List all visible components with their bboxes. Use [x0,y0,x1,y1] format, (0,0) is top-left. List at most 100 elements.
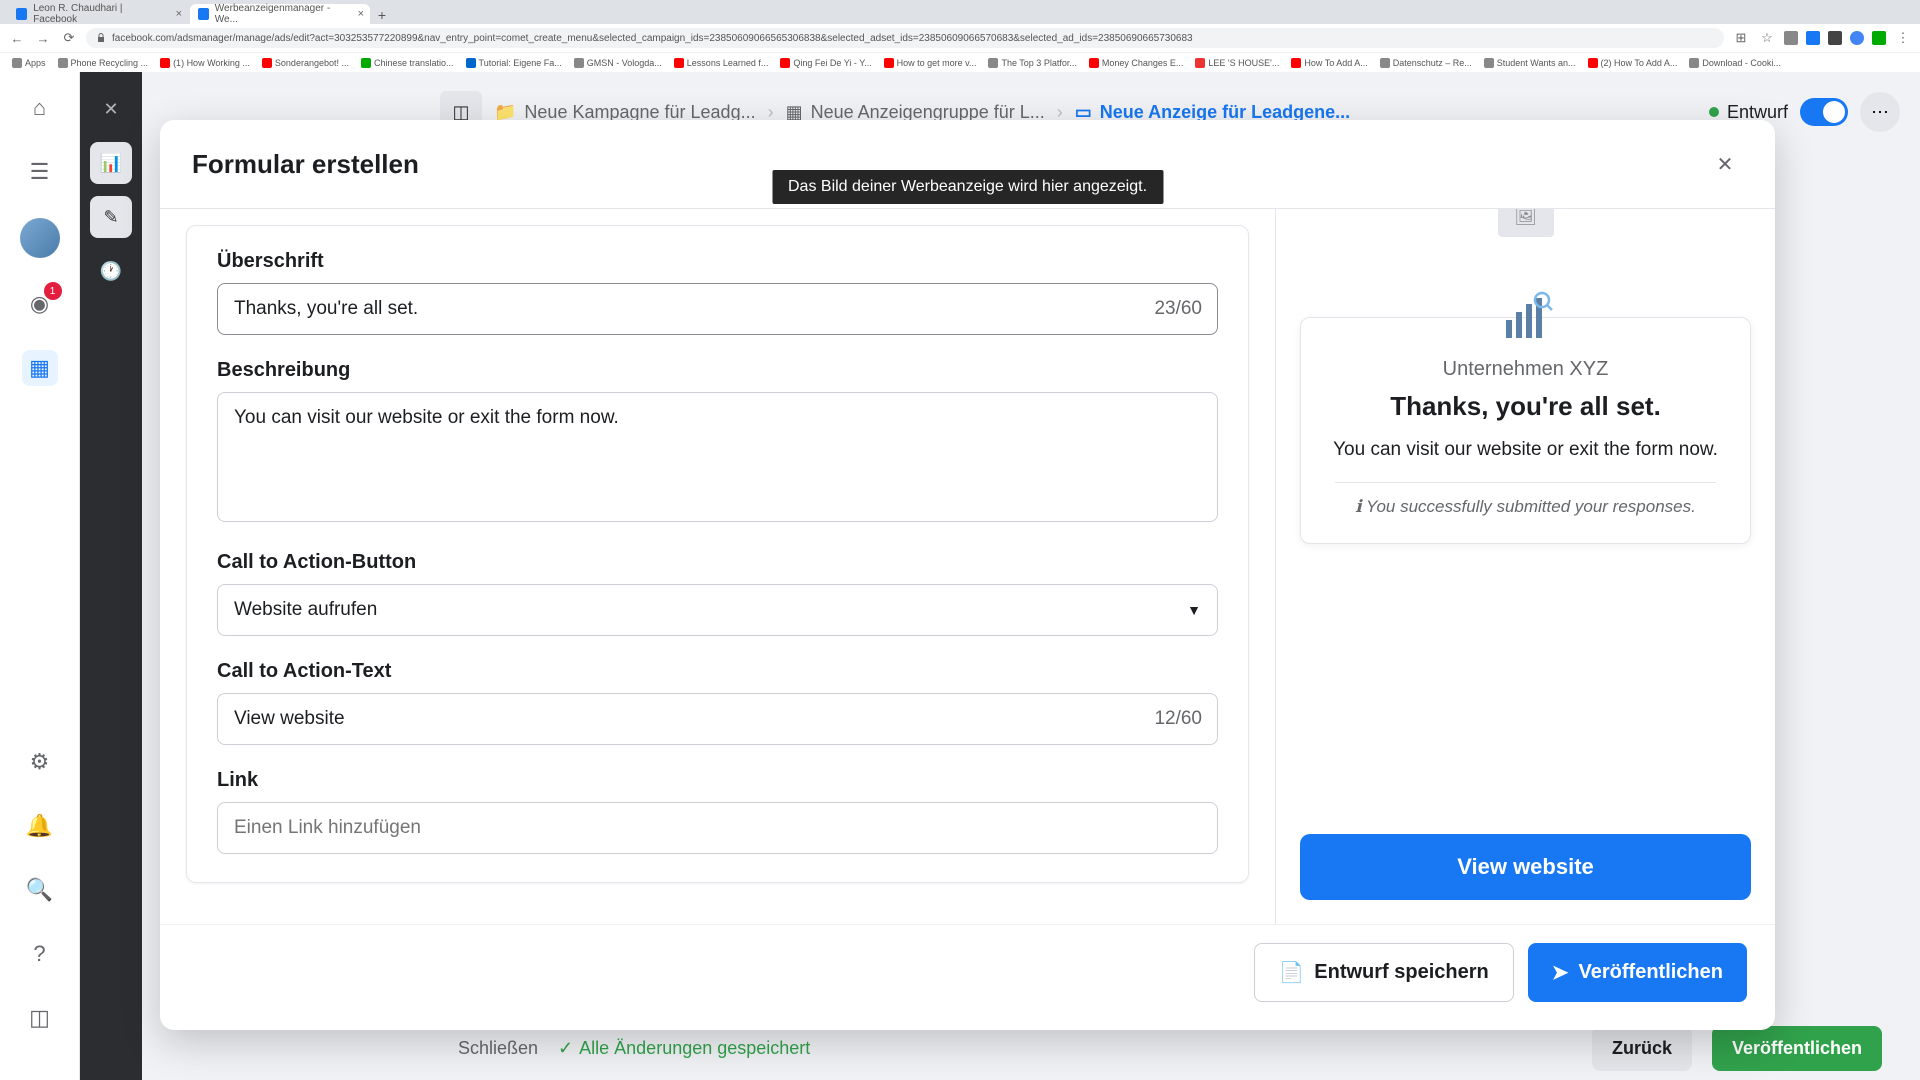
chevron-down-icon: ▼ [1187,602,1201,618]
field-label: Link [217,769,1218,792]
preview-pane: 🖼 Das Bild deiner Werbeanzeige wird hier… [1275,209,1775,924]
preview-company: Unternehmen XYZ [1323,358,1728,381]
edit-icon[interactable]: ✎ [90,196,132,238]
button-label: Entwurf speichern [1314,961,1488,984]
field-label: Überschrift [217,250,1218,273]
gear-icon[interactable]: ⚙ [22,744,58,780]
close-button[interactable]: Schließen [458,1038,538,1059]
close-icon[interactable]: × [176,8,182,20]
bookmark-item[interactable]: Sonderangebot! ... [258,56,353,70]
form-card: Überschrift 23/60 Beschreibung Call to A… [186,225,1249,883]
bookmark-favicon [262,58,272,68]
url-text: facebook.com/adsmanager/manage/ads/edit?… [112,33,1193,44]
cta-text-input[interactable] [217,693,1218,745]
modal-title: Formular erstellen [192,149,419,180]
bookmark-favicon [466,58,476,68]
history-icon[interactable]: 🕐 [90,250,132,292]
ext-icon[interactable] [1828,31,1842,45]
lock-icon [96,33,106,43]
bookmark-label: LEE 'S HOUSE'... [1208,58,1279,68]
close-icon[interactable]: ✕ [1707,146,1743,182]
close-icon[interactable]: ✕ [90,88,132,130]
bookmark-item[interactable]: Apps [8,56,50,70]
panel-icon[interactable]: ◫ [22,1000,58,1036]
bookmark-item[interactable]: The Top 3 Platfor... [984,56,1080,70]
preview-image-area: 🖼 [1300,209,1751,237]
bookmarks-bar: Apps Phone Recycling ... (1) How Working .… [0,52,1920,72]
bookmark-item[interactable]: (1) How Working ... [156,56,254,70]
bookmark-favicon [361,58,371,68]
headline-input[interactable] [217,283,1218,335]
home-icon[interactable]: ⌂ [22,90,58,126]
avatar[interactable] [20,218,60,258]
bookmark-favicon [58,58,68,68]
select-value: Website aufrufen [234,599,377,621]
forward-button[interactable]: → [34,29,52,47]
bookmark-item[interactable]: Phone Recycling ... [54,56,153,70]
bookmark-label: Apps [25,58,46,68]
bookmark-favicon [1588,58,1598,68]
star-icon[interactable]: ☆ [1758,29,1776,47]
chart-icon[interactable]: 📊 [90,142,132,184]
bookmark-favicon [12,58,22,68]
bookmark-label: Phone Recycling ... [71,58,149,68]
link-input[interactable] [217,802,1218,854]
bookmark-item[interactable]: LEE 'S HOUSE'... [1191,56,1283,70]
bookmark-item[interactable]: (2) How To Add A... [1584,56,1682,70]
close-icon[interactable]: × [358,8,364,20]
browser-tab[interactable]: Leon R. Chaudhari | Facebook × [8,4,188,24]
bookmark-item[interactable]: Qing Fei De Yi - Y... [776,56,875,70]
bookmark-label: Download - Cooki... [1702,58,1781,68]
bookmark-item[interactable]: Student Wants an... [1480,56,1580,70]
preview-cta-button[interactable]: View website [1300,834,1751,900]
address-bar[interactable]: facebook.com/adsmanager/manage/ads/edit?… [86,28,1724,48]
bookmark-item[interactable]: Chinese translatio... [357,56,458,70]
ext-icon[interactable] [1850,31,1864,45]
publish-button[interactable]: Veröffentlichen [1712,1026,1882,1071]
grid-icon[interactable]: ▦ [22,350,58,386]
divider [1335,482,1716,483]
description-input[interactable] [217,392,1218,522]
more-icon[interactable]: ⋯ [1860,92,1900,132]
bookmark-label: Sonderangebot! ... [275,58,349,68]
bookmark-favicon [1089,58,1099,68]
menu-icon[interactable]: ⋮ [1894,29,1912,47]
new-tab-button[interactable]: + [372,6,392,24]
bookmark-item[interactable]: Download - Cooki... [1685,56,1785,70]
back-button[interactable]: ← [8,29,26,47]
bookmark-label: Qing Fei De Yi - Y... [793,58,871,68]
browser-tab[interactable]: Werbeanzeigenmanager - We... × [190,4,370,24]
facebook-favicon [198,8,209,20]
help-icon[interactable]: ? [22,936,58,972]
bookmark-item[interactable]: How to get more v... [880,56,981,70]
ext-icon[interactable] [1806,31,1820,45]
save-icon: 📄 [1279,960,1304,985]
cta-button-select[interactable]: Website aufrufen ▼ [217,584,1218,636]
left-rail: ⌂ ☰ ◉ 1 ▦ ⚙ 🔔 🔍 ? ◫ [0,72,80,1080]
toggle-switch[interactable] [1800,98,1848,126]
bookmark-item[interactable]: GMSN - Vologda... [570,56,666,70]
bookmark-item[interactable]: Datenschutz – Re... [1376,56,1476,70]
publish-button[interactable]: ➤ Veröffentlichen [1528,943,1747,1002]
ext-icon[interactable] [1872,31,1886,45]
bookmark-label: The Top 3 Platfor... [1001,58,1076,68]
reload-button[interactable]: ⟳ [60,29,78,47]
bookmark-item[interactable]: How To Add A... [1287,56,1371,70]
bell-icon[interactable]: 🔔 [22,808,58,844]
modal-footer: 📄 Entwurf speichern ➤ Veröffentlichen [160,924,1775,1030]
bookmark-item[interactable]: Lessons Learned f... [670,56,773,70]
bookmark-label: How To Add A... [1304,58,1367,68]
bookmark-item[interactable]: Tutorial: Eigene Fa... [462,56,566,70]
menu-icon[interactable]: ☰ [22,154,58,190]
ext-icon[interactable] [1784,31,1798,45]
qr-icon[interactable]: ⊞ [1732,29,1750,47]
bookmark-favicon [1689,58,1699,68]
save-draft-button[interactable]: 📄 Entwurf speichern [1254,943,1513,1002]
check-icon: ✓ [558,1038,573,1059]
bookmark-item[interactable]: Money Changes E... [1085,56,1188,70]
description-field: Beschreibung [217,359,1218,527]
field-label: Call to Action-Button [217,551,1218,574]
back-button[interactable]: Zurück [1592,1026,1692,1071]
status-dot [1709,107,1719,117]
search-icon[interactable]: 🔍 [22,872,58,908]
